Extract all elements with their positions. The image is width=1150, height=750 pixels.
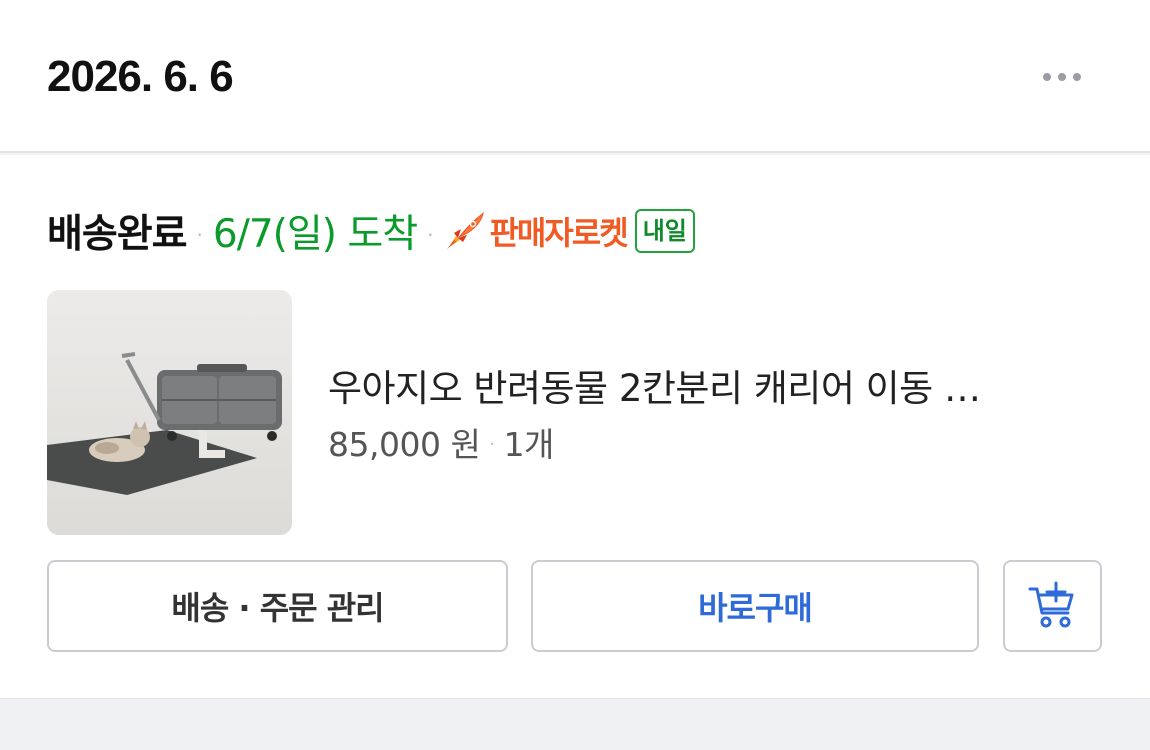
manage-delivery-order-button[interactable]: 배송 · 주문 관리 bbox=[47, 560, 508, 652]
delivery-status: 배송완료 bbox=[47, 212, 188, 257]
more-dot bbox=[1058, 73, 1066, 81]
order-date-header: 2026. 6. 6 bbox=[0, 0, 1150, 153]
product-image[interactable] bbox=[47, 290, 292, 535]
buy-now-button[interactable]: 바로구매 bbox=[531, 560, 979, 652]
separator-dot: · bbox=[196, 223, 203, 247]
add-to-cart-button[interactable] bbox=[1003, 560, 1102, 652]
rocket-label: 판매자로켓 bbox=[489, 214, 628, 252]
delivery-status-row: 배송완료 · 6/7(일) 도착 · 판매자로켓 내일 bbox=[47, 203, 695, 259]
delivery-tomorrow-tag: 내일 bbox=[634, 209, 695, 253]
seller-rocket-badge: 판매자로켓 bbox=[443, 208, 629, 254]
product-price: 85,000 원 bbox=[328, 425, 481, 464]
order-card: 배송완료 · 6/7(일) 도착 · 판매자로켓 내일 우아지오 반려동물 2칸… bbox=[0, 155, 1150, 698]
order-date: 2026. 6. 6 bbox=[47, 52, 234, 101]
separator-dot: · bbox=[489, 433, 495, 455]
more-horizontal-icon bbox=[1043, 73, 1051, 81]
rocket-icon bbox=[447, 212, 485, 249]
arrival-date: 6/7(일) 도착 bbox=[212, 212, 418, 257]
section-divider bbox=[0, 698, 1150, 750]
product-name[interactable]: 우아지오 반려동물 2칸분리 캐리어 이동 … bbox=[328, 358, 1088, 412]
product-quantity: 1개 bbox=[503, 425, 555, 464]
pet-carrier-with-cat-photo bbox=[47, 290, 292, 535]
price-row: 85,000 원 · 1개 bbox=[328, 418, 554, 466]
more-dot bbox=[1073, 73, 1081, 81]
separator-dot: · bbox=[427, 223, 434, 247]
add-to-cart-icon bbox=[1028, 581, 1073, 628]
order-list-screen: 2026. 6. 6 배송완료 · 6/7(일) 도착 · 판매자로켓 내일 우… bbox=[0, 0, 1150, 750]
more-options-button[interactable] bbox=[1030, 60, 1094, 94]
